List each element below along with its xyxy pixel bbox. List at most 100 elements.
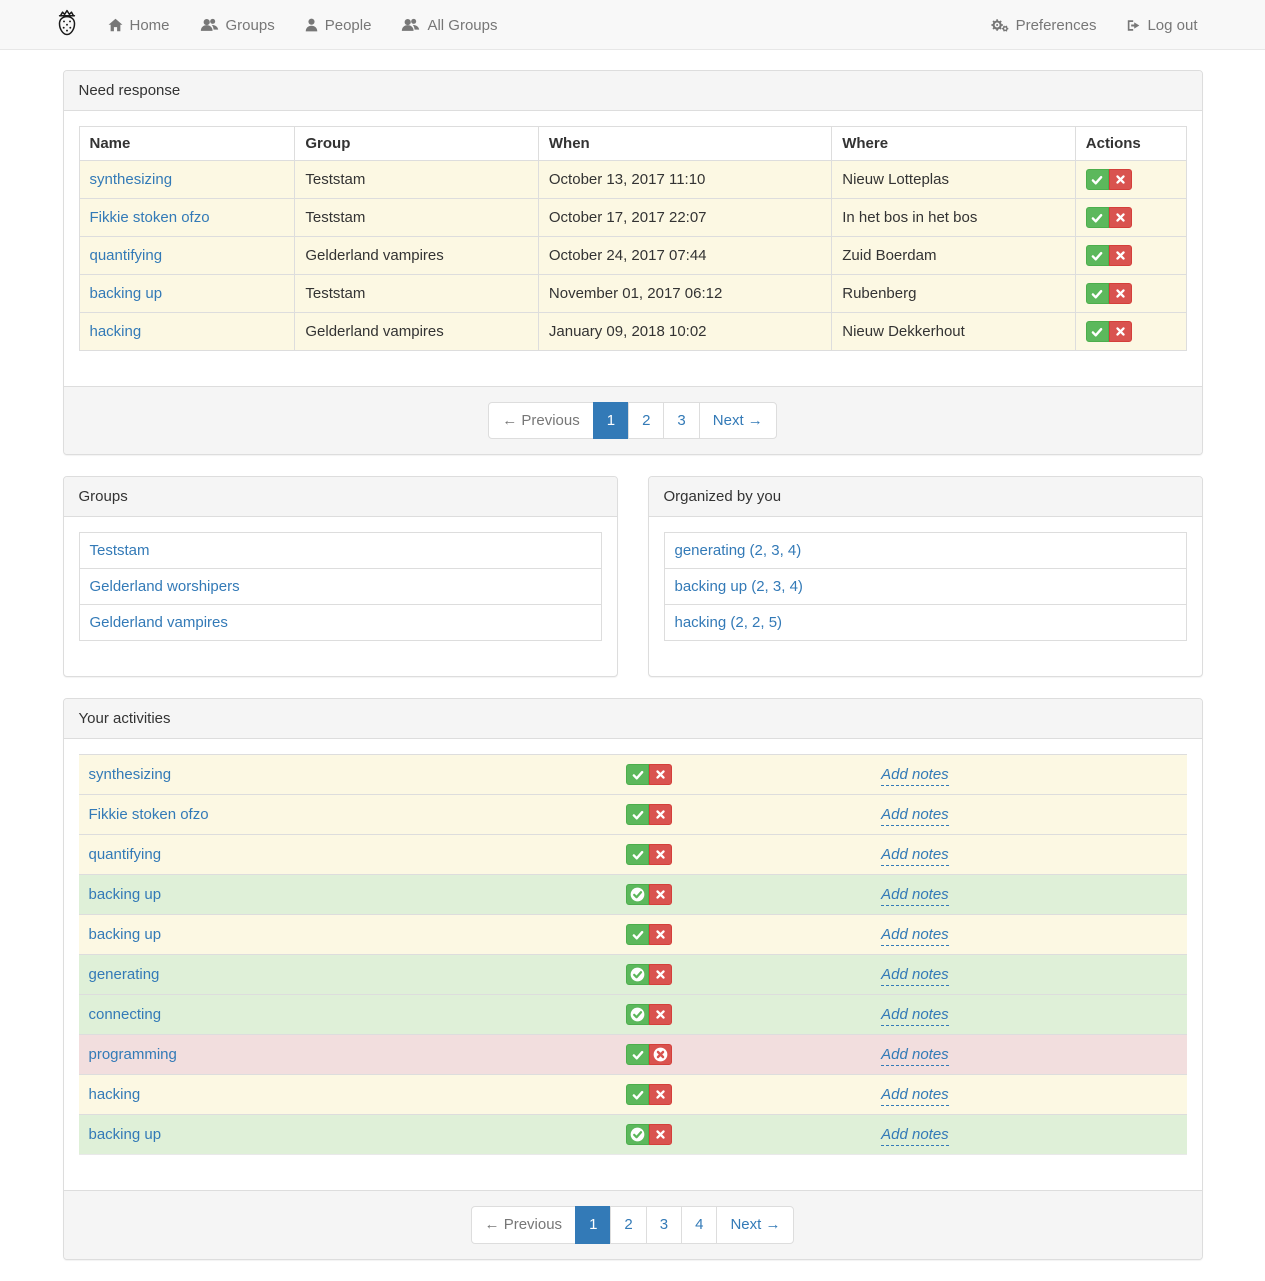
attend-yes-button[interactable] bbox=[626, 964, 649, 985]
attend-yes-button[interactable] bbox=[1086, 169, 1109, 190]
add-notes-link[interactable]: Add notes bbox=[881, 806, 949, 826]
group-link[interactable]: Teststam bbox=[90, 542, 150, 559]
attend-no-button[interactable] bbox=[649, 964, 672, 985]
x-icon bbox=[655, 769, 666, 780]
add-notes-link[interactable]: Add notes bbox=[881, 1006, 949, 1026]
attend-no-button[interactable] bbox=[649, 924, 672, 945]
add-notes-link[interactable]: Add notes bbox=[881, 1126, 949, 1146]
x-icon bbox=[655, 809, 666, 820]
x-icon bbox=[655, 1009, 666, 1020]
activity-link[interactable]: backing up bbox=[90, 285, 163, 302]
attend-no-button[interactable] bbox=[1109, 245, 1132, 266]
activity-link[interactable]: backing up bbox=[89, 926, 162, 943]
pagination-page-4[interactable]: 4 bbox=[681, 1206, 717, 1243]
attend-yes-button[interactable] bbox=[626, 1084, 649, 1105]
nav-groups[interactable]: Groups bbox=[185, 0, 290, 50]
add-notes-link[interactable]: Add notes bbox=[881, 846, 949, 866]
activity-link[interactable]: connecting bbox=[89, 1006, 162, 1023]
list-cell: Gelderland vampires bbox=[79, 605, 601, 641]
attend-no-button[interactable] bbox=[649, 1004, 672, 1025]
activity-link[interactable]: generating bbox=[89, 966, 160, 983]
attend-yes-button[interactable] bbox=[1086, 245, 1109, 266]
group-link[interactable]: Gelderland vampires bbox=[90, 614, 228, 631]
activity-name-cell: backing up bbox=[79, 915, 578, 955]
attend-no-button[interactable] bbox=[649, 1084, 672, 1105]
pagination-page-2[interactable]: 2 bbox=[628, 402, 664, 439]
activity-actions-cell bbox=[577, 1115, 721, 1155]
add-notes-link[interactable]: Add notes bbox=[881, 926, 949, 946]
activity-link[interactable]: synthesizing bbox=[89, 766, 172, 783]
nav-groups-label: Groups bbox=[226, 17, 275, 34]
list-item: hacking (2, 2, 5) bbox=[664, 605, 1186, 641]
activity-name-cell: quantifying bbox=[79, 835, 578, 875]
attend-yes-button[interactable] bbox=[626, 1004, 649, 1025]
add-notes-link[interactable]: Add notes bbox=[881, 1086, 949, 1106]
brand-logo[interactable] bbox=[53, 0, 93, 50]
nav-home[interactable]: Home bbox=[93, 0, 185, 50]
add-notes-link[interactable]: Add notes bbox=[881, 966, 949, 986]
add-notes-link[interactable]: Add notes bbox=[881, 766, 949, 786]
organized-activity-link[interactable]: hacking (2, 2, 5) bbox=[675, 614, 783, 631]
activity-name-cell: connecting bbox=[79, 995, 578, 1035]
column-header: Group bbox=[295, 127, 539, 161]
organized-activity-link[interactable]: generating (2, 3, 4) bbox=[675, 542, 802, 559]
activity-link[interactable]: Fikkie stoken ofzo bbox=[90, 209, 210, 226]
organized-list: generating (2, 3, 4) backing up (2, 3, 4)… bbox=[664, 532, 1187, 641]
attend-no-button[interactable] bbox=[649, 804, 672, 825]
activity-link[interactable]: quantifying bbox=[89, 846, 162, 863]
group-cell: Teststam bbox=[295, 161, 539, 199]
attend-no-button[interactable] bbox=[1109, 169, 1132, 190]
attend-no-button[interactable] bbox=[1109, 283, 1132, 304]
attend-yes-button[interactable] bbox=[626, 1124, 649, 1145]
activity-link[interactable]: backing up bbox=[89, 1126, 162, 1143]
attend-yes-button[interactable] bbox=[626, 844, 649, 865]
nav-preferences[interactable]: Preferences bbox=[975, 0, 1112, 50]
nav-logout-label: Log out bbox=[1147, 17, 1197, 34]
pagination-page-3[interactable]: 3 bbox=[663, 402, 699, 439]
attend-no-button[interactable] bbox=[649, 1124, 672, 1145]
pagination-next[interactable]: Next → bbox=[699, 402, 777, 439]
activity-actions-cell bbox=[577, 835, 721, 875]
x-icon bbox=[655, 1129, 666, 1140]
add-notes-link[interactable]: Add notes bbox=[881, 886, 949, 906]
pagination-next[interactable]: Next → bbox=[716, 1206, 794, 1243]
activity-link[interactable]: hacking bbox=[89, 1086, 141, 1103]
group-cell: Teststam bbox=[295, 275, 539, 313]
attend-yes-button[interactable] bbox=[626, 804, 649, 825]
activity-actions-cell bbox=[577, 795, 721, 835]
activity-link[interactable]: programming bbox=[89, 1046, 177, 1063]
activity-row: backing up Add notes bbox=[79, 875, 1187, 915]
check-icon bbox=[632, 1089, 644, 1101]
attend-yes-button[interactable] bbox=[626, 764, 649, 785]
pagination-page-1[interactable]: 1 bbox=[593, 402, 629, 439]
attend-yes-button[interactable] bbox=[626, 924, 649, 945]
activity-row: connecting Add notes bbox=[79, 995, 1187, 1035]
activity-link[interactable]: Fikkie stoken ofzo bbox=[89, 806, 209, 823]
add-notes-link[interactable]: Add notes bbox=[881, 1046, 949, 1066]
attend-no-button[interactable] bbox=[649, 1044, 672, 1065]
attend-yes-button[interactable] bbox=[626, 884, 649, 905]
attend-yes-button[interactable] bbox=[1086, 283, 1109, 304]
attend-no-button[interactable] bbox=[649, 884, 672, 905]
attend-yes-button[interactable] bbox=[1086, 207, 1109, 228]
group-link[interactable]: Gelderland worshipers bbox=[90, 578, 240, 595]
nav-all-groups[interactable]: All Groups bbox=[386, 0, 512, 50]
attend-no-button[interactable] bbox=[1109, 321, 1132, 342]
activity-link[interactable]: synthesizing bbox=[90, 171, 173, 188]
attend-yes-button[interactable] bbox=[626, 1044, 649, 1065]
attend-no-button[interactable] bbox=[1109, 207, 1132, 228]
pagination-page-3[interactable]: 3 bbox=[646, 1206, 682, 1243]
list-item: backing up (2, 3, 4) bbox=[664, 569, 1186, 605]
attend-no-button[interactable] bbox=[649, 844, 672, 865]
pagination-page-2[interactable]: 2 bbox=[610, 1206, 646, 1243]
attend-yes-button[interactable] bbox=[1086, 321, 1109, 342]
nav-people-label: People bbox=[325, 17, 372, 34]
nav-logout[interactable]: Log out bbox=[1111, 0, 1212, 50]
organized-activity-link[interactable]: backing up (2, 3, 4) bbox=[675, 578, 803, 595]
pagination-page-1[interactable]: 1 bbox=[575, 1206, 611, 1243]
nav-people[interactable]: People bbox=[290, 0, 387, 50]
activity-link[interactable]: hacking bbox=[90, 323, 142, 340]
activity-link[interactable]: quantifying bbox=[90, 247, 163, 264]
activity-link[interactable]: backing up bbox=[89, 886, 162, 903]
attend-no-button[interactable] bbox=[649, 764, 672, 785]
